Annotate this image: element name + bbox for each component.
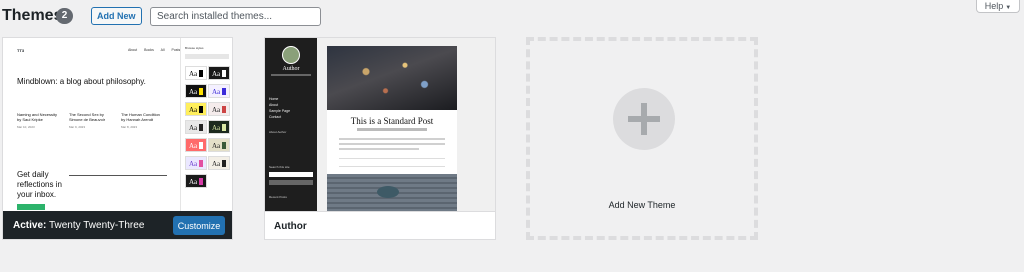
swatch-dots xyxy=(222,124,226,131)
active-theme-bar: Active: Twenty Twenty-Three Customize xyxy=(3,211,232,239)
theme-count-badge: 2 xyxy=(56,8,73,24)
swatch-dots xyxy=(199,70,203,77)
preview-menu: Home About Sample Page Contact xyxy=(269,96,290,120)
preview-post-date: Mar 10, 2023 xyxy=(17,125,35,129)
preview-style-panel: Browse styles Aa Aa Aa Aa Aa Aa Aa Aa Aa… xyxy=(180,38,232,211)
swatch-label: Aa xyxy=(212,142,221,150)
add-new-theme-card[interactable]: Add New Theme xyxy=(526,37,758,240)
swatch-dots xyxy=(199,178,203,185)
swatch-dots xyxy=(222,106,226,113)
preview-tagline xyxy=(271,74,311,76)
preview-post-title: This is a Standard Post xyxy=(350,116,434,126)
preview-post-date: Mar 9, 2023 xyxy=(69,125,86,129)
preview-widget-about: About Author xyxy=(269,130,287,134)
swatch-dots xyxy=(199,160,203,167)
style-swatch: Aa xyxy=(185,156,207,170)
preview-panel-description xyxy=(185,54,229,59)
swatch-label: Aa xyxy=(212,88,221,96)
style-swatch: Aa xyxy=(185,84,207,98)
preview-second-image xyxy=(327,174,457,211)
theme-card-twenty-twenty-three[interactable]: TT3 About Books All Posts Mindblown: a b… xyxy=(2,37,233,240)
preview-text-line xyxy=(339,148,419,150)
theme-screenshot[interactable]: Author Home About Sample Page Contact Ab… xyxy=(265,38,495,211)
style-swatch: Aa xyxy=(208,120,230,134)
help-label: Help xyxy=(984,1,1004,11)
preview-headline: Mindblown: a blog about philosophy. xyxy=(17,77,146,86)
swatch-label: Aa xyxy=(189,70,198,78)
swatch-label: Aa xyxy=(189,142,198,150)
preview-widget-search: Search this site xyxy=(269,165,290,169)
preview-cta: Get daily reflections in your inbox. xyxy=(17,170,62,199)
preview-widget-recent: Recent Posts xyxy=(269,195,287,199)
preview-nav: About Books All Posts xyxy=(128,48,181,52)
swatch-dots xyxy=(222,160,226,167)
preview-post-date: Mar 8, 2023 xyxy=(121,125,138,129)
plus-icon xyxy=(613,88,675,150)
theme-screenshot[interactable]: TT3 About Books All Posts Mindblown: a b… xyxy=(3,38,232,211)
swatch-dots xyxy=(199,142,203,149)
swatch-label: Aa xyxy=(212,70,221,78)
swatch-label: Aa xyxy=(189,160,198,168)
theme-name: Author xyxy=(274,221,307,232)
swatch-dots xyxy=(222,88,226,95)
preview-text-line xyxy=(339,138,445,140)
preview-post: Naming and Necessity by Saul Kripke Mar … xyxy=(17,112,61,130)
swatch-dots xyxy=(222,142,226,149)
add-new-theme-label: Add New Theme xyxy=(608,200,676,210)
preview-featured-image xyxy=(327,46,457,110)
customize-button[interactable]: Customize xyxy=(173,216,225,235)
swatch-label: Aa xyxy=(189,88,198,96)
preview-post: The Second Sex by Simone de Beauvoir Mar… xyxy=(69,112,113,130)
page-header: Themes 2 Add New Help▼ xyxy=(0,0,1024,34)
swatch-label: Aa xyxy=(189,124,198,132)
style-swatch: Aa xyxy=(185,102,207,116)
active-theme-name: Active: Twenty Twenty-Three xyxy=(13,220,144,231)
theme-card-author[interactable]: Author Home About Sample Page Contact Ab… xyxy=(264,37,496,240)
preview-avatar xyxy=(282,46,300,64)
style-swatch: Aa xyxy=(185,66,207,80)
theme-name-bar: Author xyxy=(265,211,495,239)
preview-author-name: Author xyxy=(282,66,300,72)
style-swatch: Aa xyxy=(185,138,207,152)
preview-main: This is a Standard Post xyxy=(327,46,457,211)
swatch-label: Aa xyxy=(212,160,221,168)
preview-subscribe-button xyxy=(17,204,45,210)
search-input[interactable] xyxy=(150,7,321,26)
style-swatch: Aa xyxy=(208,102,230,116)
active-prefix: Active: xyxy=(13,220,47,231)
caret-down-icon: ▼ xyxy=(1005,5,1012,11)
preview-search-box xyxy=(269,172,313,177)
swatch-dots xyxy=(222,70,226,77)
style-swatch: Aa xyxy=(185,174,207,188)
preview-menu-item: Contact xyxy=(269,115,282,119)
preview-post: The Human Condition by Hannah Arendt Mar… xyxy=(121,112,165,130)
preview-text-line xyxy=(339,143,445,145)
theme-name: Twenty Twenty-Three xyxy=(48,220,145,231)
style-swatch: Aa xyxy=(208,138,230,152)
preview-panel-title: Browse styles xyxy=(185,46,204,50)
style-swatch: Aa xyxy=(185,120,207,134)
preview-sidebar: Author Home About Sample Page Contact Ab… xyxy=(265,38,317,211)
preview-post-title: The Second Sex by Simone de Beauvoir xyxy=(69,112,106,122)
preview-post-meta xyxy=(357,128,427,131)
style-swatch: Aa xyxy=(208,84,230,98)
help-tab-button[interactable]: Help ▼ xyxy=(976,0,1020,13)
swatch-dots xyxy=(199,106,203,113)
style-swatch: Aa xyxy=(208,66,230,80)
swatch-label: Aa xyxy=(212,124,221,132)
page-title: Themes xyxy=(2,7,63,24)
swatch-label: Aa xyxy=(189,106,198,114)
preview-post-title: The Human Condition by Hannah Arendt xyxy=(121,112,160,122)
preview-site-title: TT3 xyxy=(17,48,25,53)
preview-post-title: Naming and Necessity by Saul Kripke xyxy=(17,112,58,122)
swatch-dots xyxy=(199,88,203,95)
style-swatch: Aa xyxy=(208,156,230,170)
swatch-label: Aa xyxy=(189,178,198,186)
preview-search-button xyxy=(269,180,313,185)
preview-continue-reading xyxy=(339,158,445,167)
preview-divider xyxy=(69,175,167,176)
swatch-label: Aa xyxy=(212,106,221,114)
swatch-dots xyxy=(199,124,203,131)
add-new-button[interactable]: Add New xyxy=(91,7,142,25)
